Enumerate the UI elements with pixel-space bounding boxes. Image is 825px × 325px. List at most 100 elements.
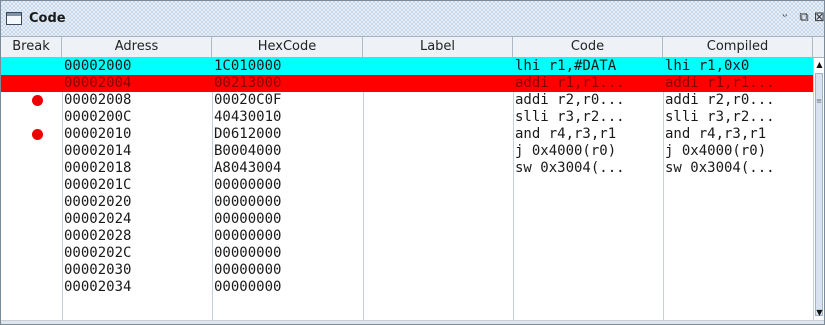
table-row[interactable]: 00002034 00000000 (1, 279, 813, 296)
window-bottom-edge (1, 320, 824, 324)
table-row[interactable]: 0000202C 00000000 (1, 245, 813, 262)
breakpoint-icon[interactable] (32, 95, 43, 106)
table-row[interactable]: 0000200C 40430010 slli r3,r2... slli r3,r2.… (1, 109, 813, 126)
column-header-break[interactable]: Break (1, 37, 62, 57)
label-cell (365, 262, 511, 279)
code-cell: addi r1,r1... (515, 75, 625, 91)
code-cell (515, 279, 661, 296)
code-cell (515, 194, 661, 211)
address-cell: 00002024 (64, 211, 132, 227)
label-cell (365, 126, 511, 143)
table-row[interactable]: 00002000 1C010000 lhi r1,#DATA lhi r1,0x0 (1, 58, 813, 75)
compiled-cell (665, 194, 812, 211)
compiled-cell: lhi r1,0x0 (665, 58, 750, 74)
table-row[interactable]: 00002018 A8043004 sw 0x3004(... sw 0x3004(.… (1, 160, 813, 177)
address-cell: 00002004 (64, 75, 132, 91)
address-cell: 00002000 (64, 58, 132, 74)
column-header-adress[interactable]: Adress (62, 37, 212, 57)
label-cell (365, 194, 511, 211)
scrollbar-thumb[interactable]: ≡ (815, 73, 823, 316)
table-row[interactable]: 00002030 00000000 (1, 262, 813, 279)
hexcode-cell: 1C010000 (214, 58, 282, 74)
hexcode-cell: 00000000 (214, 194, 282, 210)
compiled-cell (665, 262, 812, 279)
compiled-cell: addi r1,r1... (665, 75, 775, 91)
hexcode-cell: 00000000 (214, 211, 282, 227)
window-title: Code (29, 11, 66, 26)
hexcode-cell: 40430010 (214, 109, 282, 125)
compiled-cell (665, 279, 812, 296)
table-row[interactable]: 00002004 00213000 addi r1,r1... addi r1,r1.… (1, 75, 813, 92)
label-cell (365, 177, 511, 194)
table-row[interactable]: 00002020 00000000 (1, 194, 813, 211)
label-cell (365, 143, 511, 160)
minimize-button[interactable]: ᵕ (777, 10, 793, 26)
code-cell: addi r2,r0... (515, 92, 625, 108)
code-cell (515, 211, 661, 228)
label-cell (365, 228, 511, 245)
label-cell (365, 245, 511, 262)
address-cell: 0000202C (64, 245, 132, 261)
table-row[interactable]: 00002014 B0004000 j 0x4000(r0) j 0x4000(r0) (1, 143, 813, 160)
hexcode-cell: B0004000 (214, 143, 282, 159)
table-row[interactable]: 00002028 00000000 (1, 228, 813, 245)
grip-icon: ≡ (816, 97, 822, 105)
compiled-cell (665, 177, 812, 194)
code-cell: slli r3,r2... (515, 109, 625, 125)
table-row[interactable]: 00002010 D0612000 and r4,r3,r1 and r4,r3,r1 (1, 126, 813, 143)
address-cell: 00002020 (64, 194, 132, 210)
label-cell (365, 109, 511, 126)
address-cell: 00002010 (64, 126, 132, 142)
address-cell: 00002008 (64, 92, 132, 108)
hexcode-cell: 00000000 (214, 245, 282, 261)
address-cell: 00002014 (64, 143, 132, 159)
hexcode-cell: 00000000 (214, 279, 282, 295)
window-icon (6, 12, 22, 25)
code-cell (515, 228, 661, 245)
address-cell: 00002030 (64, 262, 132, 278)
label-cell (365, 279, 511, 296)
compiled-cell (665, 228, 812, 245)
table-row[interactable]: 00002024 00000000 (1, 211, 813, 228)
compiled-cell: slli r3,r2... (665, 109, 775, 125)
title-bar[interactable]: Code ᵕ ⧉ ⊠ (1, 1, 824, 37)
scroll-up-icon[interactable]: ▲ (815, 58, 824, 72)
column-header-label[interactable]: Label (363, 37, 513, 57)
code-cell: j 0x4000(r0) (515, 143, 617, 159)
hexcode-cell: 00000000 (214, 177, 282, 193)
hexcode-cell: 00000000 (214, 228, 282, 244)
table-body: 00002000 1C010000 lhi r1,#DATA lhi r1,0x0 00… (1, 58, 813, 320)
label-cell (365, 75, 511, 92)
column-header-code[interactable]: Code (513, 37, 663, 57)
breakpoint-icon[interactable] (32, 129, 43, 140)
address-cell: 00002028 (64, 228, 132, 244)
address-cell: 0000201C (64, 177, 132, 193)
scroll-down-icon[interactable]: ▼ (815, 306, 824, 320)
compiled-cell (665, 211, 812, 228)
compiled-cell (665, 245, 812, 262)
code-cell (515, 245, 661, 262)
address-cell: 00002034 (64, 279, 132, 295)
hexcode-cell: 00213000 (214, 75, 282, 91)
code-cell: and r4,r3,r1 (515, 126, 617, 142)
hexcode-cell: 00020C0F (214, 92, 282, 108)
compiled-cell: sw 0x3004(... (665, 160, 775, 176)
label-cell (365, 92, 511, 109)
table-row[interactable]: 00002008 00020C0F addi r2,r0... addi r2,r0.… (1, 92, 813, 109)
column-header-compiled[interactable]: Compiled (663, 37, 813, 57)
table-row[interactable]: 0000201C 00000000 (1, 177, 813, 194)
maximize-button[interactable]: ⧉ (796, 10, 812, 26)
hexcode-cell: D0612000 (214, 126, 282, 142)
code-cell (515, 177, 661, 194)
label-cell (365, 211, 511, 228)
code-cell: sw 0x3004(... (515, 160, 625, 176)
compiled-cell: addi r2,r0... (665, 92, 775, 108)
code-cell (515, 262, 661, 279)
vertical-scrollbar[interactable]: ▲ ≡ ▼ (813, 58, 824, 320)
column-header-hexcode[interactable]: HexCode (212, 37, 363, 57)
compiled-cell: j 0x4000(r0) (665, 143, 767, 159)
address-cell: 0000200C (64, 109, 132, 125)
address-cell: 00002018 (64, 160, 132, 176)
close-button[interactable]: ⊠ (813, 10, 824, 26)
label-cell (365, 58, 511, 75)
